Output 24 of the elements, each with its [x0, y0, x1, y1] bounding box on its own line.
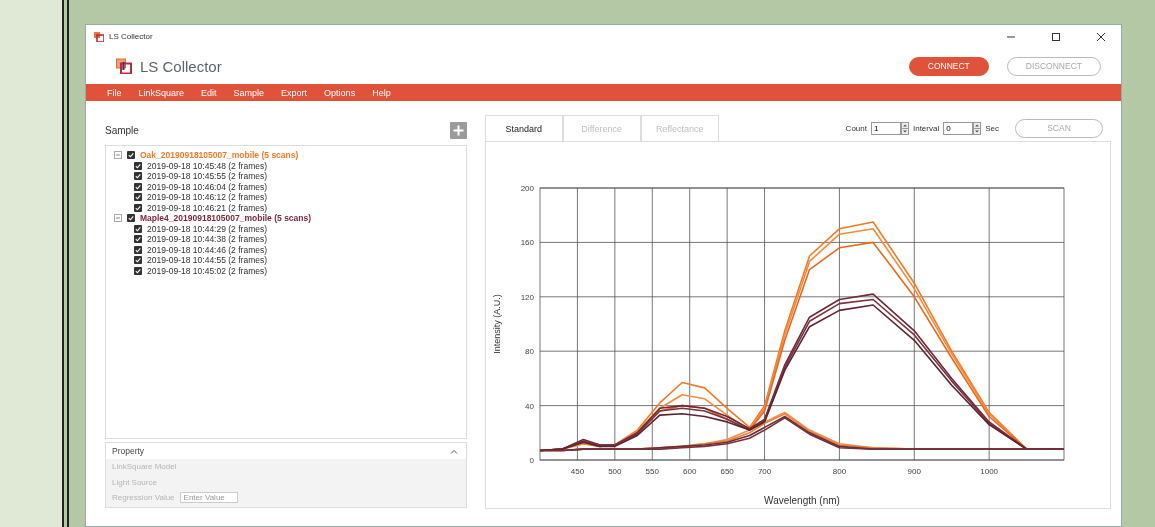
x-tick-label: 600: [682, 467, 697, 476]
count-label: Count: [845, 123, 867, 133]
y-tick-label: 160: [520, 238, 534, 248]
x-tick-label: 800: [832, 467, 846, 476]
x-tick-label: 900: [907, 467, 921, 476]
x-tick-label: 450: [570, 467, 584, 476]
y-tick-label: 40: [524, 401, 534, 411]
y-tick-label: 200: [520, 184, 534, 193]
window-title: LS Collector: [109, 32, 153, 41]
x-tick-label: 550: [645, 467, 659, 476]
y-axis-title: Intensity (A.U.): [491, 294, 502, 354]
interval-label: Interval: [912, 123, 940, 133]
app-title: LS Collector: [140, 57, 222, 75]
x-tick-label: 650: [720, 467, 734, 476]
x-axis-title: Wavelength (nm): [763, 495, 840, 506]
panel-title: Sample: [105, 124, 139, 136]
unit-label: Sec: [985, 123, 999, 133]
x-tick-label: 1000: [979, 467, 998, 476]
y-tick-label: 80: [524, 347, 534, 357]
y-tick-label: 0: [529, 456, 534, 465]
y-tick-label: 120: [520, 292, 534, 302]
x-tick-label: 500: [607, 467, 622, 476]
property-title: Property: [112, 446, 145, 456]
x-tick-label: 700: [757, 467, 771, 476]
